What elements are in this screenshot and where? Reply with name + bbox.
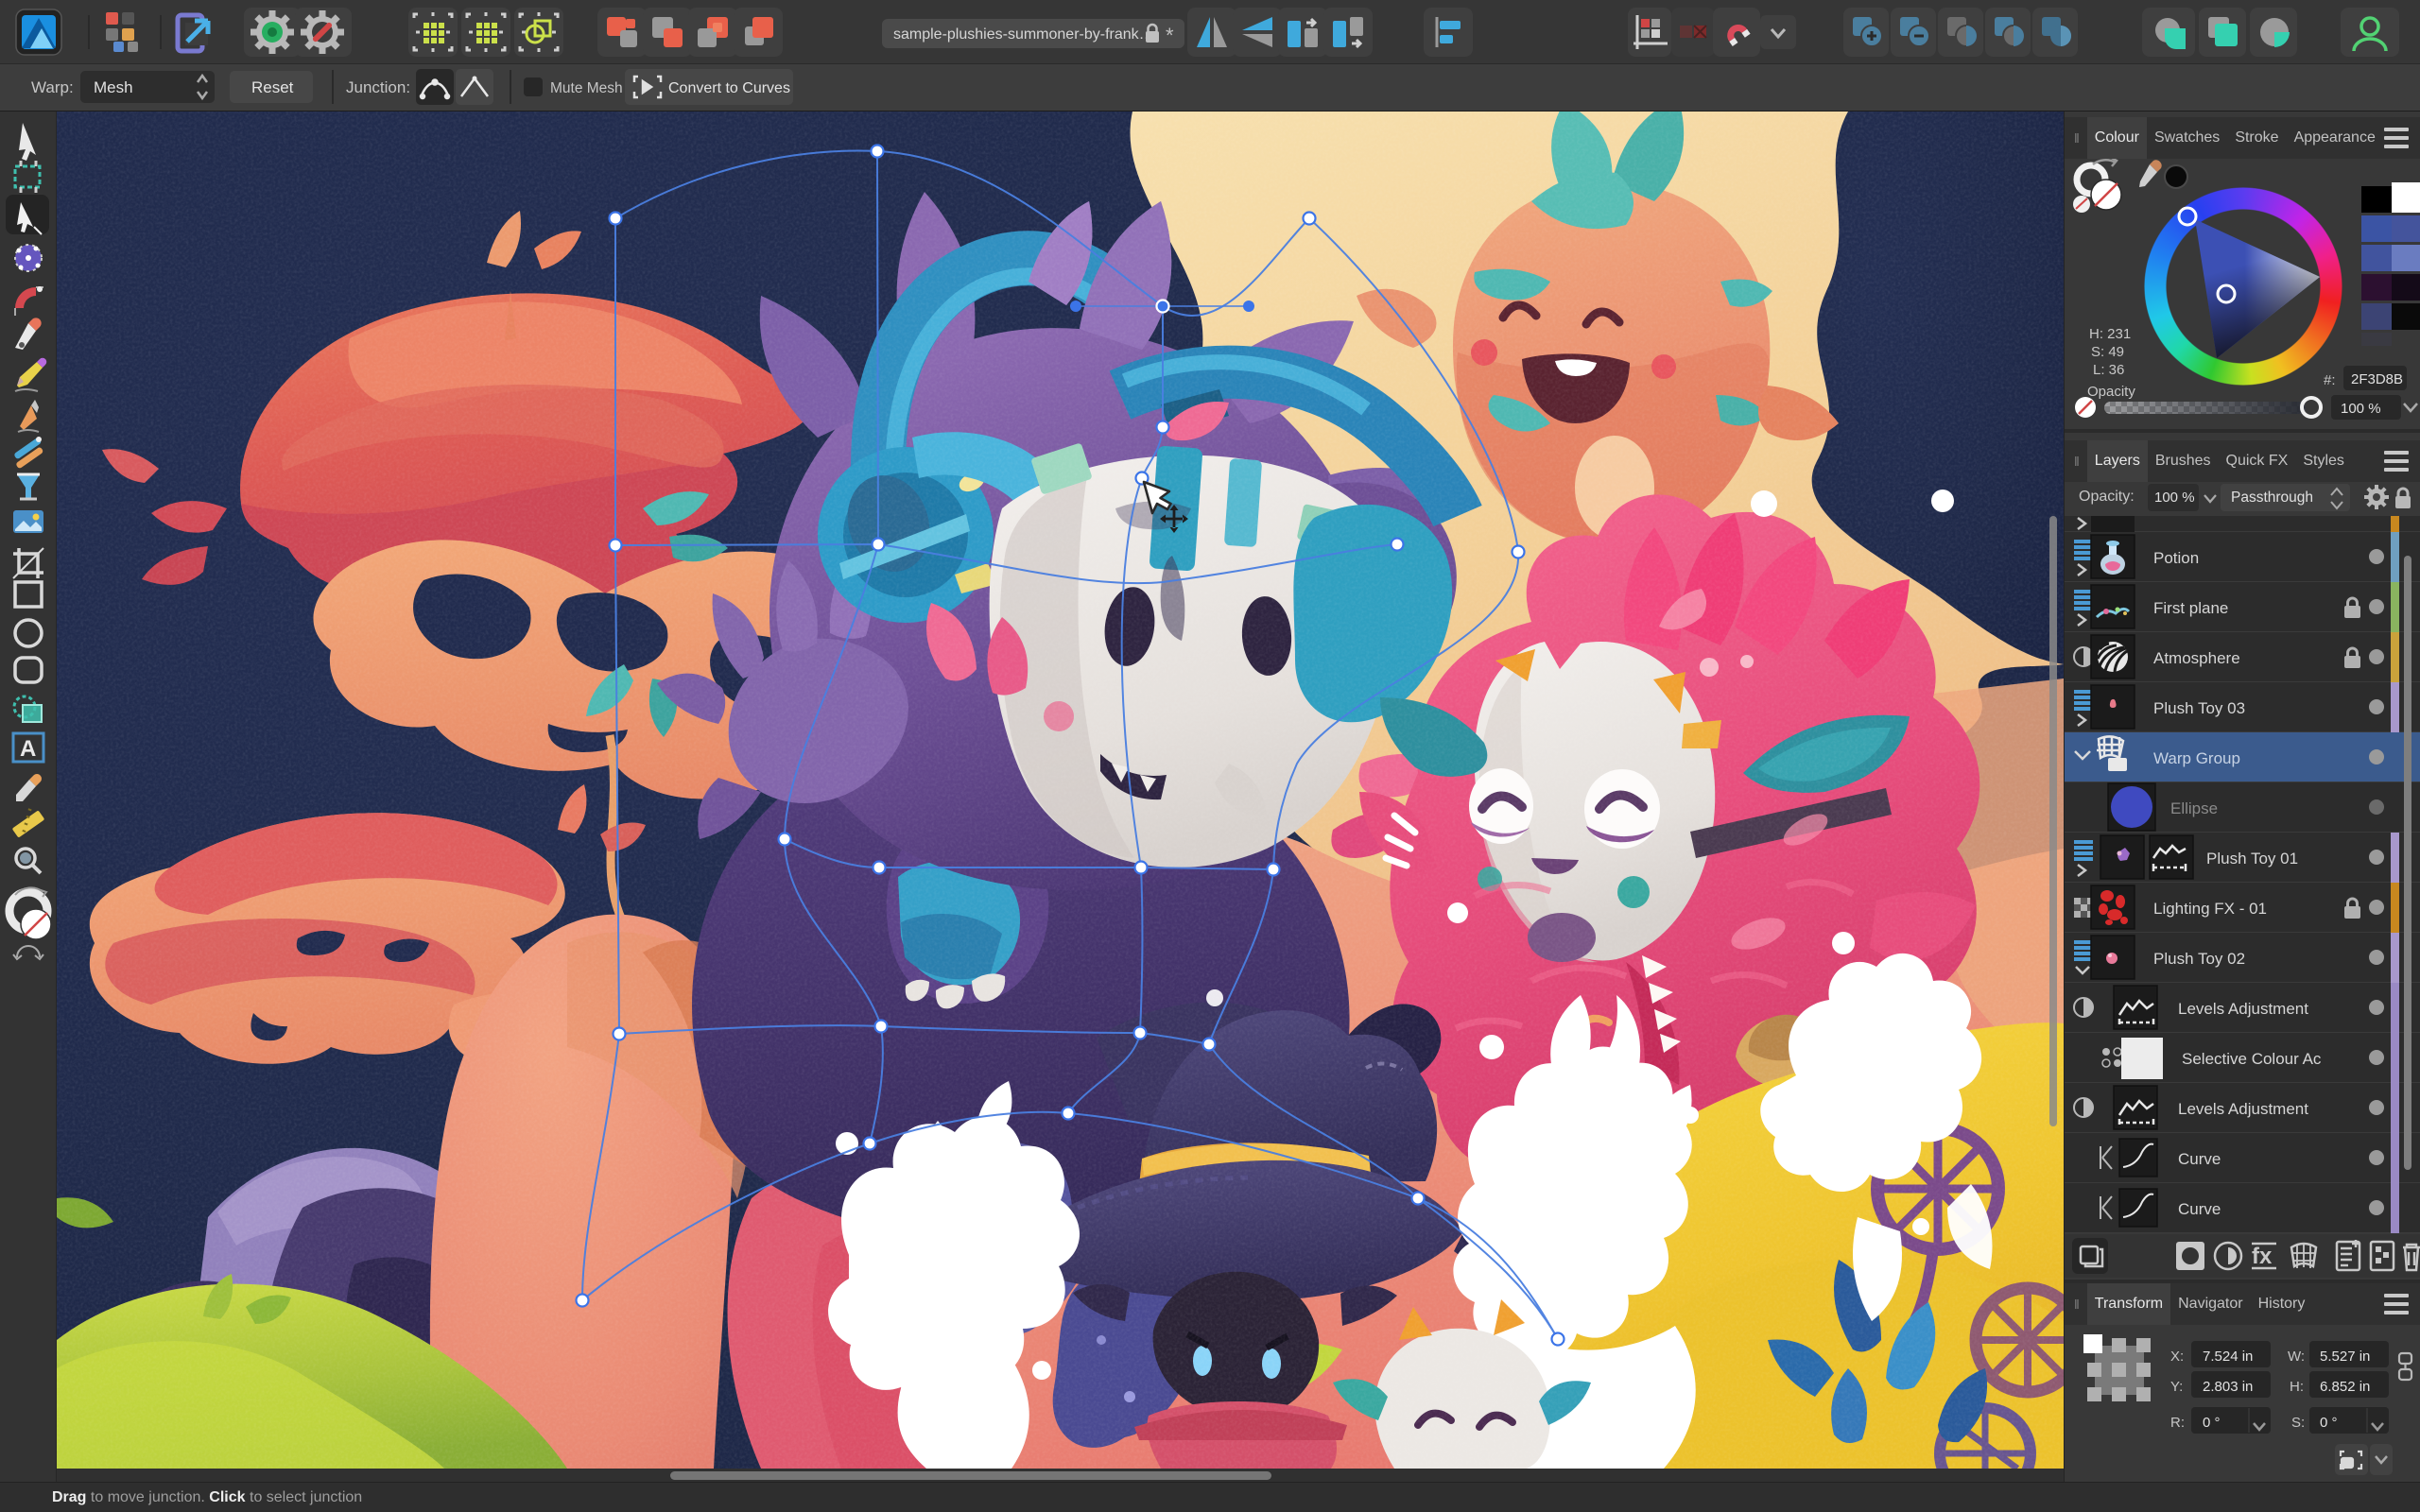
svg-text:Warp:: Warp: <box>31 78 74 96</box>
svg-text:7.524 in: 7.524 in <box>2203 1349 2253 1365</box>
svg-text:100 %: 100 % <box>2341 401 2381 417</box>
svg-text:Plush Toy 01: Plush Toy 01 <box>2206 850 2298 868</box>
svg-text:H: 231: H: 231 <box>2089 326 2131 342</box>
svg-text:Atmosphere: Atmosphere <box>2153 649 2240 667</box>
svg-text:sample-plushies-summoner-by-fr: sample-plushies-summoner-by-frank… <box>893 26 1154 43</box>
svg-text:S:: S: <box>2291 1415 2305 1431</box>
svg-text:Y:: Y: <box>2170 1379 2183 1395</box>
svg-text:Plush Toy 03: Plush Toy 03 <box>2153 699 2245 717</box>
svg-text:X:: X: <box>2170 1349 2184 1365</box>
svg-text:Mute Mesh: Mute Mesh <box>550 80 623 96</box>
svg-text:W:: W: <box>2288 1349 2305 1365</box>
svg-text:*: * <box>1166 24 1174 47</box>
svg-text:Curve: Curve <box>2178 1200 2221 1218</box>
svg-text:Levels Adjustment: Levels Adjustment <box>2178 1000 2308 1018</box>
svg-text:Junction:: Junction: <box>346 78 410 96</box>
svg-text:Warp Group: Warp Group <box>2153 749 2240 767</box>
svg-text:L: 36: L: 36 <box>2093 362 2124 378</box>
svg-text:5.527 in: 5.527 in <box>2320 1349 2370 1365</box>
svg-text:A: A <box>20 736 36 762</box>
svg-text:Ellipse: Ellipse <box>2170 799 2218 817</box>
svg-text:Levels Adjustment: Levels Adjustment <box>2178 1100 2308 1118</box>
svg-text:0 °: 0 ° <box>2203 1415 2221 1431</box>
svg-text:6.852 in: 6.852 in <box>2320 1379 2370 1395</box>
svg-text:0 °: 0 ° <box>2320 1415 2338 1431</box>
svg-text:Curve: Curve <box>2178 1150 2221 1168</box>
svg-text:Plush Toy 02: Plush Toy 02 <box>2153 950 2245 968</box>
svg-text:#:: #: <box>2324 372 2336 388</box>
svg-text:H:: H: <box>2290 1379 2304 1395</box>
svg-text:fx: fx <box>2252 1244 2273 1269</box>
svg-text:First plane: First plane <box>2153 599 2228 617</box>
svg-text:Potion: Potion <box>2153 549 2199 567</box>
svg-text:Convert to Curves: Convert to Curves <box>668 80 790 96</box>
svg-text:Lighting FX - 01: Lighting FX - 01 <box>2153 900 2267 918</box>
svg-text:R:: R: <box>2170 1415 2185 1431</box>
svg-text:Selective Colour Ac: Selective Colour Ac <box>2182 1050 2322 1068</box>
svg-text:2F3D8B: 2F3D8B <box>2351 371 2403 387</box>
svg-text:2.803 in: 2.803 in <box>2203 1379 2253 1395</box>
svg-text:S: 49: S: 49 <box>2091 344 2124 360</box>
svg-text:Mesh: Mesh <box>94 78 133 96</box>
svg-text:Reset: Reset <box>251 78 294 96</box>
